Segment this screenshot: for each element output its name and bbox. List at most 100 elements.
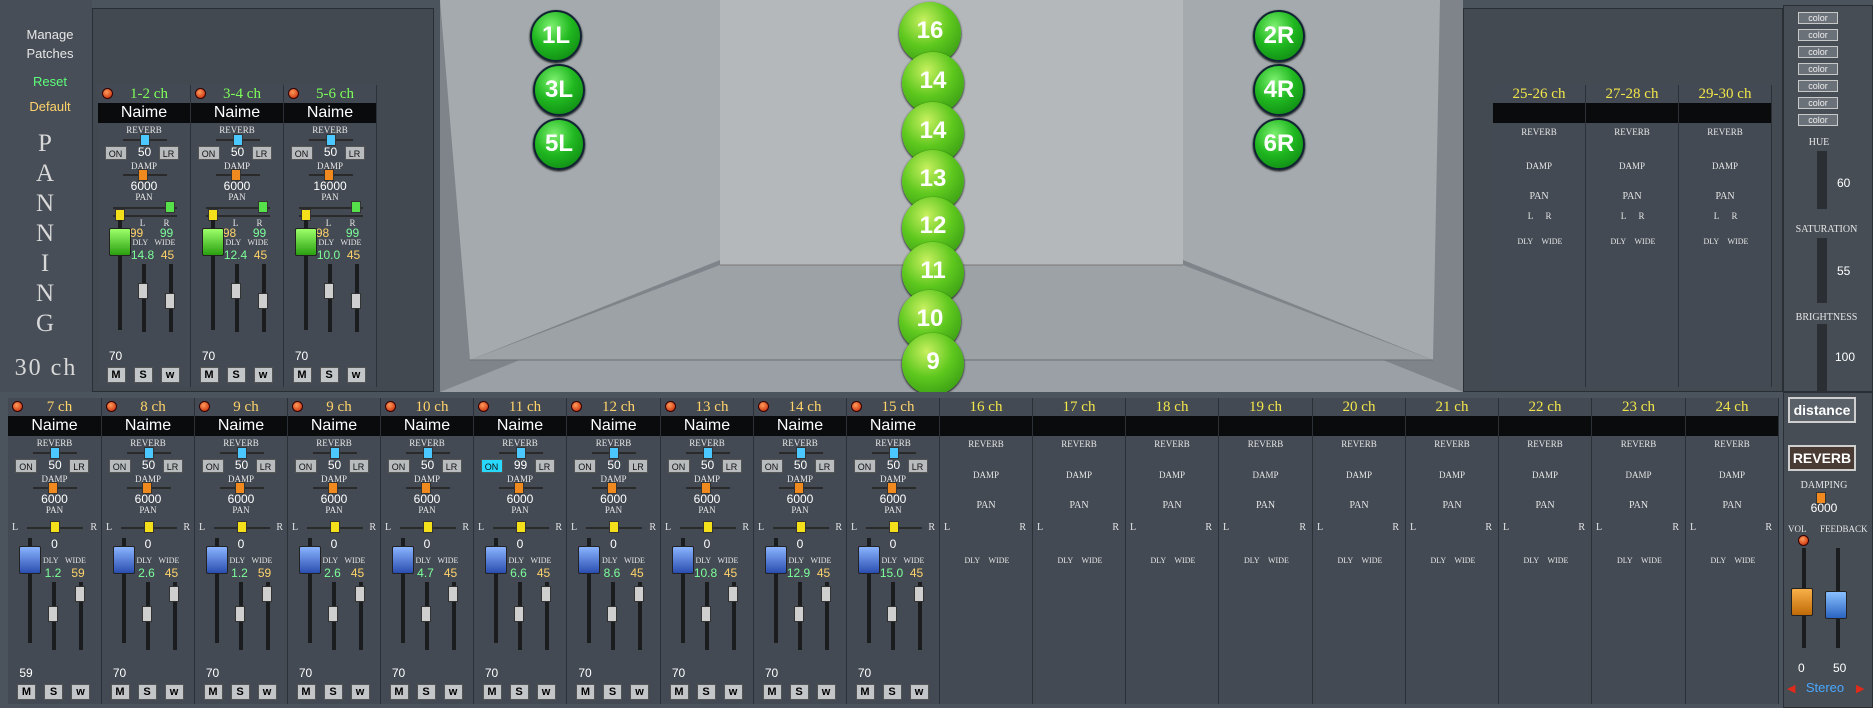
reverb-on-button[interactable]: ON: [667, 459, 690, 473]
wide-toggle-button[interactable]: w: [909, 684, 929, 700]
reverb-on-button[interactable]: ON: [294, 459, 317, 473]
color-swatch-button[interactable]: color: [1798, 114, 1838, 126]
volume-fader[interactable]: [201, 228, 224, 256]
lr-button[interactable]: LR: [348, 459, 369, 473]
reverb-on-button[interactable]: ON: [760, 459, 783, 473]
pan-knob[interactable]: [143, 521, 154, 533]
dly-fader[interactable]: [700, 606, 711, 622]
wide-fader[interactable]: [168, 586, 179, 602]
solo-button[interactable]: S: [226, 367, 246, 383]
channel-name[interactable]: Naime: [474, 416, 566, 436]
saturation-slider[interactable]: [1817, 238, 1827, 303]
hue-slider[interactable]: [1817, 151, 1827, 209]
volume-fader[interactable]: [294, 228, 317, 256]
wide-fader[interactable]: [261, 586, 272, 602]
pan-knob[interactable]: [515, 521, 526, 533]
wide-fader[interactable]: [350, 293, 361, 309]
wide-toggle-button[interactable]: w: [160, 367, 180, 383]
speaker-ball[interactable]: 4R: [1253, 64, 1305, 116]
wide-toggle-button[interactable]: w: [164, 684, 184, 700]
reverb-button[interactable]: REVERB: [1788, 445, 1856, 471]
lr-button[interactable]: LR: [441, 459, 462, 473]
wide-toggle-button[interactable]: w: [257, 684, 277, 700]
lr-button[interactable]: LR: [907, 459, 928, 473]
solo-button[interactable]: S: [137, 684, 157, 700]
mute-button[interactable]: M: [762, 684, 782, 700]
lr-button[interactable]: LR: [534, 459, 555, 473]
wide-fader[interactable]: [727, 586, 738, 602]
lr-button[interactable]: LR: [344, 146, 365, 160]
channel-name-empty[interactable]: [1033, 416, 1125, 436]
lr-button[interactable]: LR: [158, 146, 179, 160]
wide-toggle-button[interactable]: w: [536, 684, 556, 700]
feedback-fader[interactable]: [1825, 591, 1847, 619]
color-swatch-button[interactable]: color: [1798, 12, 1838, 24]
speaker-ball[interactable]: 5L: [533, 118, 585, 170]
wide-toggle-button[interactable]: w: [630, 684, 649, 700]
reverb-on-button[interactable]: ON: [108, 459, 131, 473]
channel-name[interactable]: Naime: [567, 416, 660, 436]
wide-toggle-button[interactable]: w: [346, 367, 366, 383]
reverb-on-button[interactable]: ON: [574, 459, 596, 473]
channel-name[interactable]: Naime: [754, 416, 846, 436]
dly-fader[interactable]: [48, 606, 58, 622]
reverb-on-button[interactable]: ON: [104, 146, 127, 160]
mode-prev-icon[interactable]: ◀: [1787, 682, 1795, 695]
wide-fader[interactable]: [634, 586, 644, 602]
solo-button[interactable]: S: [44, 684, 63, 700]
mute-button[interactable]: M: [203, 684, 223, 700]
color-swatch-button[interactable]: color: [1798, 80, 1838, 92]
channel-name-empty[interactable]: [1586, 103, 1678, 123]
wide-toggle-button[interactable]: w: [253, 367, 273, 383]
pan-right-knob[interactable]: [350, 201, 361, 213]
mute-button[interactable]: M: [296, 684, 316, 700]
lr-button[interactable]: LR: [628, 459, 648, 473]
manage-patches-button[interactable]: Manage Patches: [8, 27, 92, 61]
speaker-ball[interactable]: 1L: [530, 10, 582, 62]
pan-knob[interactable]: [50, 521, 60, 533]
volume-fader[interactable]: [19, 546, 41, 574]
dly-fader[interactable]: [141, 606, 152, 622]
channel-name-empty[interactable]: [1313, 416, 1405, 436]
mute-button[interactable]: M: [855, 684, 875, 700]
solo-button[interactable]: S: [509, 684, 529, 700]
default-button[interactable]: Default: [8, 99, 92, 114]
solo-button[interactable]: S: [696, 684, 716, 700]
solo-button[interactable]: S: [603, 684, 622, 700]
dly-fader[interactable]: [327, 606, 338, 622]
wide-toggle-button[interactable]: w: [723, 684, 743, 700]
color-swatch-button[interactable]: color: [1798, 97, 1838, 109]
dly-fader[interactable]: [137, 283, 148, 299]
pan-knob[interactable]: [609, 521, 619, 533]
reverb-on-button[interactable]: ON: [480, 459, 503, 473]
reset-button[interactable]: Reset: [8, 74, 92, 89]
pan-knob[interactable]: [329, 521, 340, 533]
speaker-ball[interactable]: 2R: [1253, 10, 1305, 62]
mute-button[interactable]: M: [576, 684, 595, 700]
color-swatch-button[interactable]: color: [1798, 46, 1838, 58]
wide-toggle-button[interactable]: w: [816, 684, 836, 700]
channel-name[interactable]: Naime: [191, 103, 283, 123]
speaker-ball[interactable]: 6R: [1253, 118, 1305, 170]
dly-fader[interactable]: [323, 283, 334, 299]
speaker-ball[interactable]: 9: [902, 333, 964, 392]
channel-name[interactable]: Naime: [195, 416, 287, 436]
dly-fader[interactable]: [886, 606, 897, 622]
mute-button[interactable]: M: [199, 367, 219, 383]
wide-fader[interactable]: [257, 293, 268, 309]
reverb-on-button[interactable]: ON: [387, 459, 410, 473]
wide-toggle-button[interactable]: w: [71, 684, 90, 700]
mute-button[interactable]: M: [669, 684, 689, 700]
channel-name-empty[interactable]: [1126, 416, 1218, 436]
solo-button[interactable]: S: [416, 684, 436, 700]
channel-name[interactable]: Naime: [288, 416, 380, 436]
volume-fader[interactable]: [205, 546, 228, 574]
channel-name-empty[interactable]: [940, 416, 1032, 436]
channel-name[interactable]: Naime: [98, 103, 190, 123]
reverb-on-button[interactable]: ON: [197, 146, 220, 160]
mute-button[interactable]: M: [389, 684, 409, 700]
wide-toggle-button[interactable]: w: [443, 684, 463, 700]
mute-button[interactable]: M: [106, 367, 126, 383]
wide-fader[interactable]: [913, 586, 924, 602]
solo-button[interactable]: S: [789, 684, 809, 700]
